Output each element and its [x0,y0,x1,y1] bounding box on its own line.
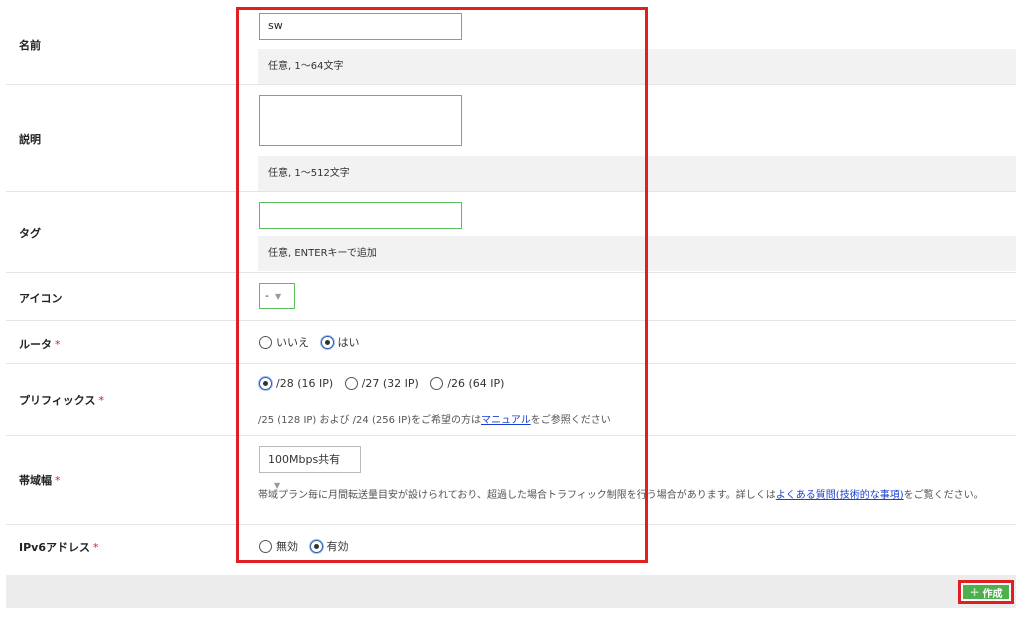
create-button-highlight: + 作成 [958,580,1014,604]
required-mark: * [55,338,61,351]
router-label-text: ルータ [19,338,52,351]
required-mark: * [92,541,99,554]
highlight-box [236,7,648,563]
footer-bar [6,575,1016,608]
tags-label: タグ [19,227,41,240]
create-button[interactable]: + 作成 [963,585,1009,600]
name-label: 名前 [19,39,41,52]
ipv6-label: IPv6アドレス * [19,539,98,555]
required-mark: * [98,394,104,407]
description-label: 説明 [19,133,41,146]
faq-link[interactable]: よくある質問(技術的な事項) [776,490,904,501]
create-button-label: 作成 [982,588,1003,600]
icon-label: アイコン [19,292,63,305]
ipv6-label-text: IPv6アドレス [19,541,90,554]
bandwidth-note-tail: をご覧ください。 [903,490,984,501]
prefix-label-text: プリフィックス [19,394,96,407]
bandwidth-label-text: 帯域幅 [19,474,52,487]
plus-icon: + [969,585,980,599]
router-label: ルータ * [19,336,61,352]
bandwidth-label: 帯域幅 * [19,472,61,488]
required-mark: * [55,474,61,487]
prefix-label: プリフィックス * [19,392,104,408]
